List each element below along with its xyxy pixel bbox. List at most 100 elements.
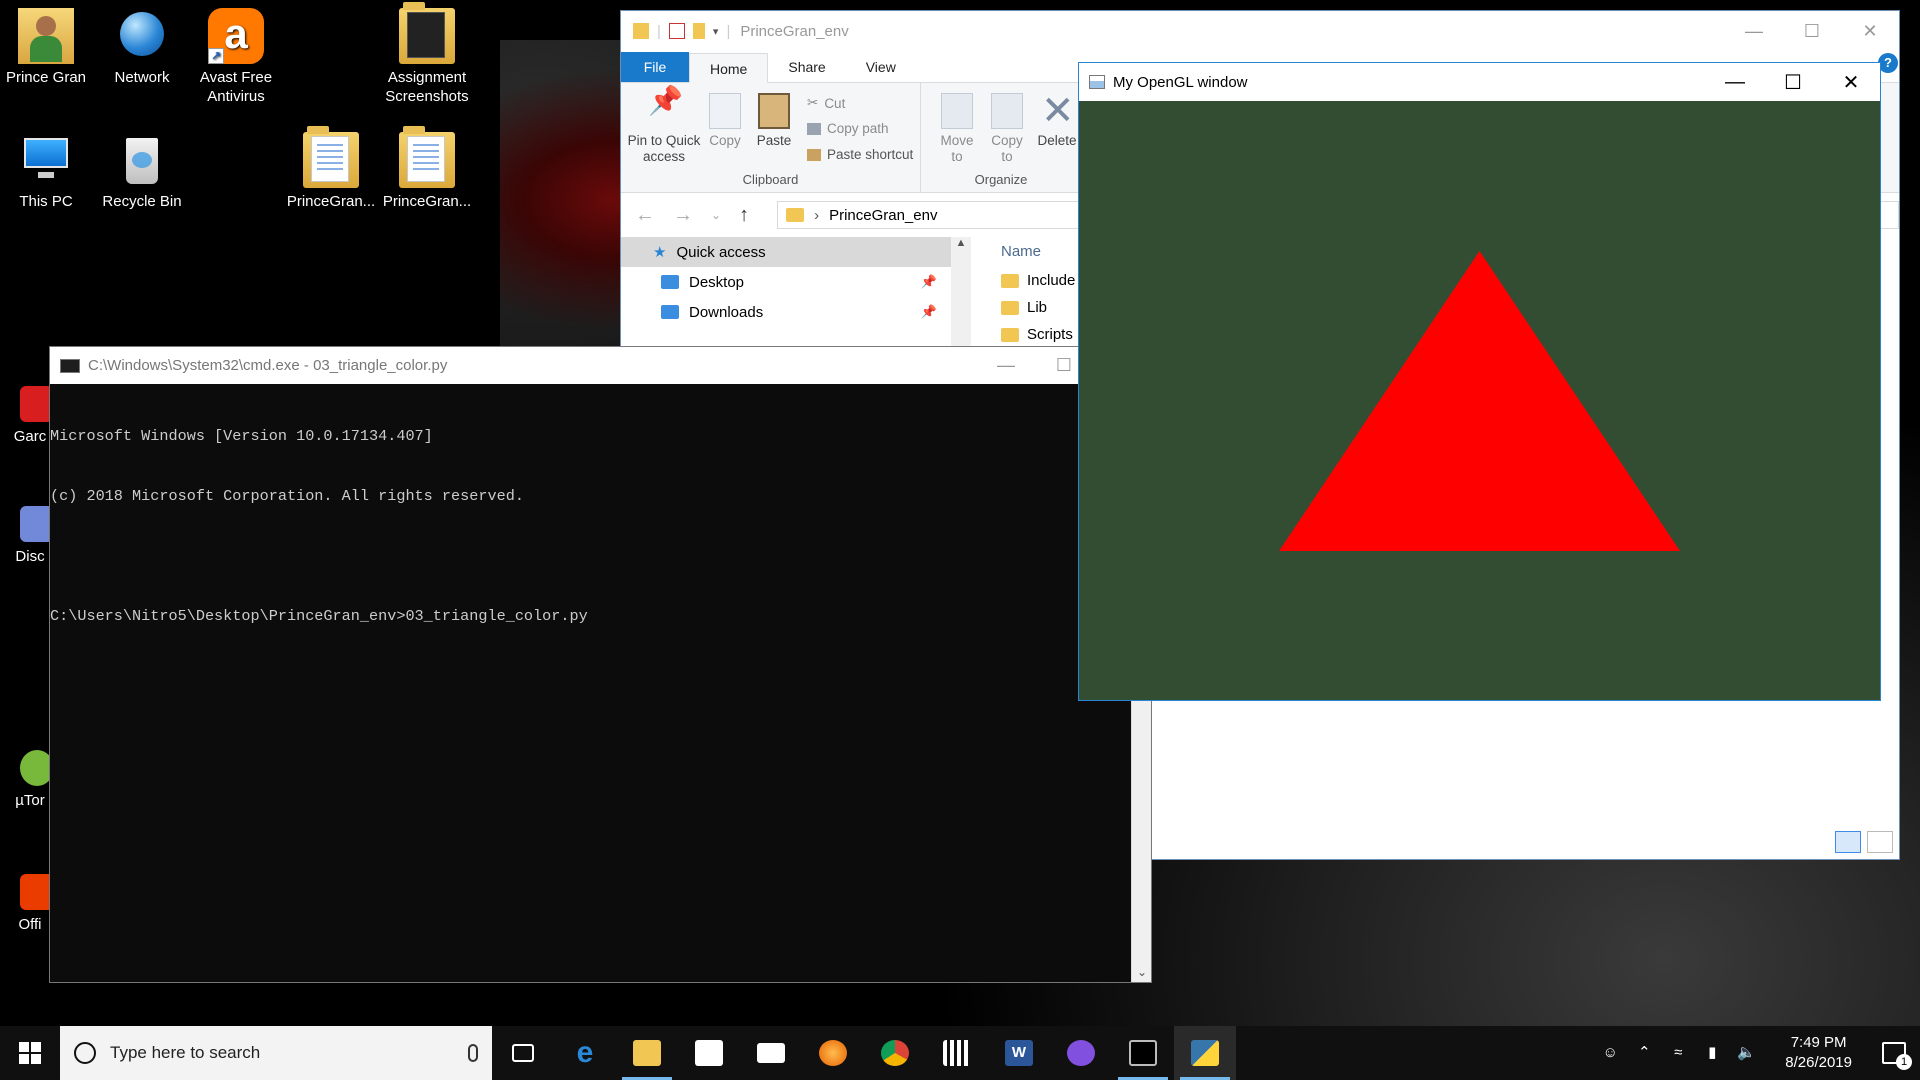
paste-button[interactable]: Paste xyxy=(751,93,797,149)
folder-icon xyxy=(786,208,805,222)
move-to-button[interactable]: Move to xyxy=(935,93,979,165)
explorer-titlebar: | ▾ | PrinceGran_env — ☐ ✕ xyxy=(621,11,1899,51)
close-button[interactable]: ✕ xyxy=(1841,11,1899,51)
minimize-button[interactable]: — xyxy=(1706,63,1764,101)
nav-item-downloads[interactable]: Downloads 📌 xyxy=(621,297,951,327)
mail-icon xyxy=(757,1043,785,1063)
paste-shortcut-icon xyxy=(807,148,821,161)
scroll-down-icon[interactable]: ⌄ xyxy=(1132,962,1152,982)
taskbar-python[interactable] xyxy=(1174,1026,1236,1080)
cmd-icon xyxy=(1129,1040,1157,1066)
recent-locations-icon[interactable]: ⌄ xyxy=(711,208,721,222)
up-arrow-icon[interactable]: ↑ xyxy=(739,204,749,227)
forward-arrow-icon[interactable]: → xyxy=(673,204,693,227)
taskbar-cmd[interactable] xyxy=(1112,1026,1174,1080)
large-icons-view-button[interactable] xyxy=(1867,831,1893,853)
firefox-icon xyxy=(819,1040,847,1066)
delete-button[interactable]: ✕ Delete xyxy=(1033,91,1081,149)
nav-item-quick-access[interactable]: ★ Quick access xyxy=(621,237,951,267)
python-icon xyxy=(1191,1040,1219,1066)
copy-to-button[interactable]: Copy to xyxy=(985,93,1029,165)
console-line: (c) 2018 Microsoft Corporation. All righ… xyxy=(50,487,524,505)
copy-icon xyxy=(709,93,741,129)
taskbar-calculator[interactable] xyxy=(926,1026,988,1080)
opengl-canvas[interactable] xyxy=(1079,101,1880,700)
recycle-bin-icon xyxy=(114,132,170,188)
pin-icon: 📌 xyxy=(920,304,937,319)
copy-path-button[interactable]: Copy path xyxy=(807,121,889,136)
taskbar-github[interactable] xyxy=(1050,1026,1112,1080)
clock-date: 8/26/2019 xyxy=(1785,1054,1852,1071)
taskbar-file-explorer[interactable] xyxy=(616,1026,678,1080)
clock[interactable]: 7:49 PM 8/26/2019 xyxy=(1785,1033,1852,1073)
taskbar-store[interactable] xyxy=(678,1026,740,1080)
taskbar-chrome[interactable] xyxy=(864,1026,926,1080)
tab-share[interactable]: Share xyxy=(768,52,845,82)
folder-icon xyxy=(399,126,455,188)
back-arrow-icon[interactable]: ← xyxy=(635,204,655,227)
cmd-titlebar: C:\Windows\System32\cmd.exe - 03_triangl… xyxy=(50,347,1151,384)
explorer-window-controls: — ☐ ✕ xyxy=(1725,11,1899,51)
taskbar-search[interactable]: Type here to search xyxy=(60,1026,492,1080)
taskbar-word[interactable]: W xyxy=(988,1026,1050,1080)
battery-icon[interactable]: ▮ xyxy=(1703,1045,1721,1061)
wifi-icon[interactable]: ≈ xyxy=(1669,1045,1687,1061)
task-view-button[interactable] xyxy=(492,1026,554,1080)
maximize-button[interactable]: ☐ xyxy=(1764,63,1822,101)
desktop-icon-network[interactable]: Network xyxy=(96,8,188,87)
scroll-up-icon[interactable]: ▲ xyxy=(951,237,971,249)
action-center-icon[interactable]: 1 xyxy=(1882,1042,1912,1070)
volume-icon[interactable]: 🔈 xyxy=(1737,1045,1756,1061)
notification-count: 1 xyxy=(1896,1054,1912,1070)
taskbar-edge[interactable]: e xyxy=(554,1026,616,1080)
tab-view[interactable]: View xyxy=(846,52,916,82)
desktop-icon-princegran-2[interactable]: PrinceGran... xyxy=(381,126,473,211)
desktop-folder-icon xyxy=(661,275,679,289)
nav-scrollbar[interactable]: ▲ xyxy=(951,237,971,357)
opengl-titlebar: My OpenGL window — ☐ ✕ xyxy=(1079,63,1880,101)
desktop-icon-avast[interactable]: a ↗ Avast Free Antivirus xyxy=(190,8,282,106)
windows-logo-icon xyxy=(19,1042,41,1064)
minimize-button[interactable]: — xyxy=(977,347,1035,384)
view-toggle xyxy=(1835,831,1893,853)
cut-button[interactable]: ✂ Cut xyxy=(807,95,845,111)
desktop-icon-recycle-bin[interactable]: Recycle Bin xyxy=(96,132,188,211)
folder-icon xyxy=(1001,273,1019,288)
properties-icon[interactable] xyxy=(668,23,685,39)
console-output[interactable]: Microsoft Windows [Version 10.0.17134.40… xyxy=(50,384,1151,666)
nav-item-desktop[interactable]: Desktop 📌 xyxy=(621,267,951,297)
paste-shortcut-button[interactable]: Paste shortcut xyxy=(807,147,913,162)
desktop-icon-user-folder[interactable]: Prince Gran xyxy=(0,8,92,87)
pin-to-quick-access-button[interactable]: 📌 Pin to Quick access xyxy=(627,87,701,165)
new-folder-icon[interactable] xyxy=(692,23,705,39)
help-icon[interactable]: ? xyxy=(1878,53,1898,73)
edge-icon: e xyxy=(576,1036,594,1069)
people-icon[interactable]: ☺ xyxy=(1601,1045,1619,1061)
tab-home[interactable]: Home xyxy=(689,53,769,83)
maximize-button[interactable]: ☐ xyxy=(1783,11,1841,51)
show-hidden-icons-icon[interactable]: ⌃ xyxy=(1635,1045,1653,1061)
calculator-icon xyxy=(943,1040,971,1066)
desktop-icon-assignment-screenshots[interactable]: Assignment Screenshots xyxy=(381,2,473,106)
desktop-icon-princegran-1[interactable]: PrinceGran... xyxy=(285,126,377,211)
taskbar-mail[interactable] xyxy=(740,1026,802,1080)
console-line: C:\Users\Nitro5\Desktop\PrinceGran_env>0… xyxy=(50,607,588,625)
start-button[interactable] xyxy=(0,1026,60,1080)
microphone-icon[interactable] xyxy=(468,1044,478,1062)
folder-icon xyxy=(303,126,359,188)
quick-access-toolbar: | ▾ | xyxy=(633,23,730,40)
red-triangle xyxy=(1279,251,1680,551)
user-folder-icon xyxy=(18,8,74,64)
search-placeholder: Type here to search xyxy=(110,1043,261,1062)
close-button[interactable]: ✕ xyxy=(1822,63,1880,101)
file-explorer-icon xyxy=(633,1040,661,1066)
minimize-button[interactable]: — xyxy=(1725,11,1783,51)
tab-file[interactable]: File xyxy=(621,52,689,82)
copy-button[interactable]: Copy xyxy=(703,93,747,149)
cmd-window: C:\Windows\System32\cmd.exe - 03_triangl… xyxy=(49,346,1152,983)
github-icon xyxy=(1067,1040,1095,1066)
taskbar-firefox[interactable] xyxy=(802,1026,864,1080)
details-view-button[interactable] xyxy=(1835,831,1861,853)
customize-toolbar-icon[interactable]: ▾ xyxy=(713,25,719,38)
desktop-icon-this-pc[interactable]: This PC xyxy=(0,132,92,211)
